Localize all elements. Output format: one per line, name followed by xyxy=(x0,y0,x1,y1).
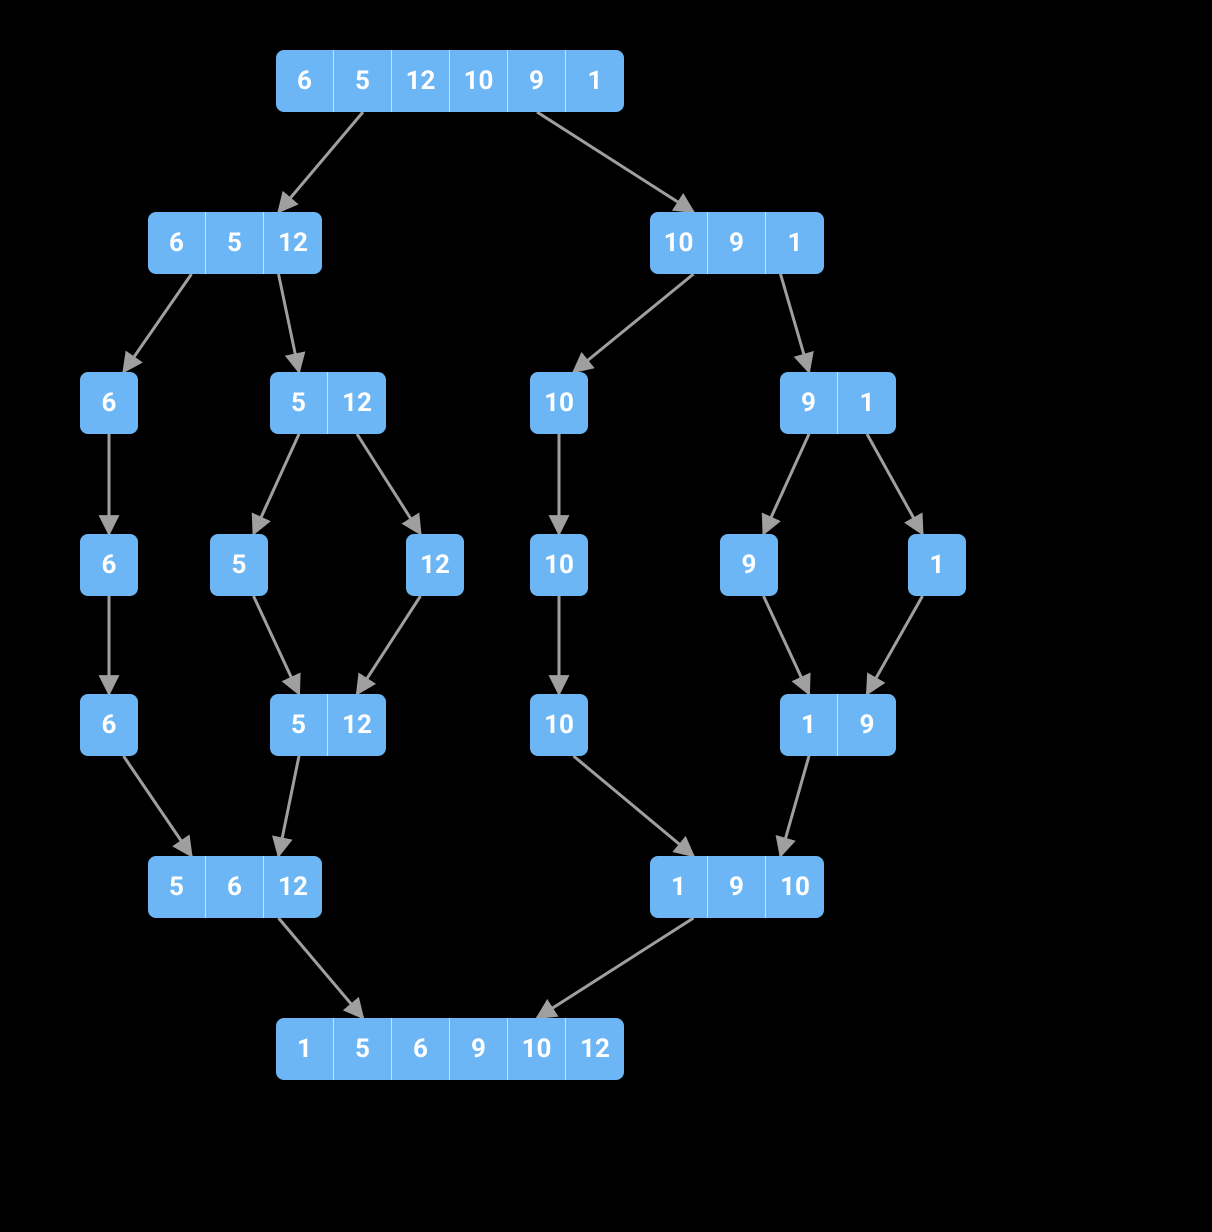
cell: 12 xyxy=(328,372,386,434)
cell: 9 xyxy=(838,694,896,756)
array-node-l5_R: 1910 xyxy=(650,856,824,918)
cell: 12 xyxy=(328,694,386,756)
cell: 9 xyxy=(780,372,838,434)
arrow xyxy=(537,112,694,212)
cell: 12 xyxy=(392,50,450,112)
cell: 9 xyxy=(708,212,766,274)
array-node-final: 15691012 xyxy=(276,1018,624,1080)
array-node-l4_c: 10 xyxy=(530,694,588,756)
array-node-l2_a: 6 xyxy=(80,372,138,434)
arrow xyxy=(867,434,923,534)
cell: 1 xyxy=(908,534,966,596)
arrow xyxy=(124,274,192,372)
cell: 5 xyxy=(270,372,328,434)
array-node-l2_b: 512 xyxy=(270,372,386,434)
cell: 5 xyxy=(270,694,328,756)
arrow xyxy=(279,918,364,1018)
arrow xyxy=(574,756,694,856)
arrow xyxy=(764,434,810,534)
array-node-l4_b: 512 xyxy=(270,694,386,756)
array-node-l4_d: 19 xyxy=(780,694,896,756)
cell: 6 xyxy=(148,212,206,274)
cell: 9 xyxy=(450,1018,508,1080)
cell: 6 xyxy=(80,372,138,434)
arrow xyxy=(357,434,421,534)
cell: 5 xyxy=(334,1018,392,1080)
cell: 10 xyxy=(530,694,588,756)
array-node-l4_a: 6 xyxy=(80,694,138,756)
array-node-l2_d: 91 xyxy=(780,372,896,434)
arrow xyxy=(781,274,810,372)
cell: 5 xyxy=(148,856,206,918)
arrow xyxy=(357,596,421,694)
cell: 9 xyxy=(508,50,566,112)
cell: 6 xyxy=(392,1018,450,1080)
arrow xyxy=(279,274,300,372)
cell: 1 xyxy=(566,50,624,112)
array-node-l1L: 6512 xyxy=(148,212,322,274)
cell: 5 xyxy=(210,534,268,596)
cell: 6 xyxy=(80,694,138,756)
cell: 10 xyxy=(530,372,588,434)
cell: 6 xyxy=(206,856,264,918)
cell: 1 xyxy=(276,1018,334,1080)
cell: 12 xyxy=(264,212,322,274)
array-node-l3_a: 6 xyxy=(80,534,138,596)
cell: 9 xyxy=(720,534,778,596)
arrow xyxy=(124,756,192,856)
array-node-l1R: 1091 xyxy=(650,212,824,274)
cell: 9 xyxy=(708,856,766,918)
array-node-l3_b1: 5 xyxy=(210,534,268,596)
cell: 1 xyxy=(766,212,824,274)
array-node-l3_d2: 1 xyxy=(908,534,966,596)
arrow xyxy=(279,112,364,212)
cell: 6 xyxy=(276,50,334,112)
arrow xyxy=(781,756,810,856)
array-node-l3_c: 10 xyxy=(530,534,588,596)
cell: 5 xyxy=(334,50,392,112)
cell: 10 xyxy=(530,534,588,596)
cell: 10 xyxy=(450,50,508,112)
cell: 1 xyxy=(838,372,896,434)
arrow xyxy=(867,596,923,694)
cell: 12 xyxy=(406,534,464,596)
array-node-root: 65121091 xyxy=(276,50,624,112)
cell: 5 xyxy=(206,212,264,274)
arrow xyxy=(764,596,810,694)
array-node-l3_b2: 12 xyxy=(406,534,464,596)
cell: 10 xyxy=(650,212,708,274)
cell: 12 xyxy=(566,1018,624,1080)
array-node-l2_c: 10 xyxy=(530,372,588,434)
cell: 1 xyxy=(780,694,838,756)
array-node-l5_L: 5612 xyxy=(148,856,322,918)
arrow xyxy=(574,274,694,372)
arrow xyxy=(254,596,300,694)
cell: 10 xyxy=(508,1018,566,1080)
cell: 12 xyxy=(264,856,322,918)
arrow xyxy=(254,434,300,534)
cell: 1 xyxy=(650,856,708,918)
cell: 10 xyxy=(766,856,824,918)
array-node-l3_d1: 9 xyxy=(720,534,778,596)
arrow xyxy=(279,756,300,856)
cell: 6 xyxy=(80,534,138,596)
arrow xyxy=(537,918,694,1018)
